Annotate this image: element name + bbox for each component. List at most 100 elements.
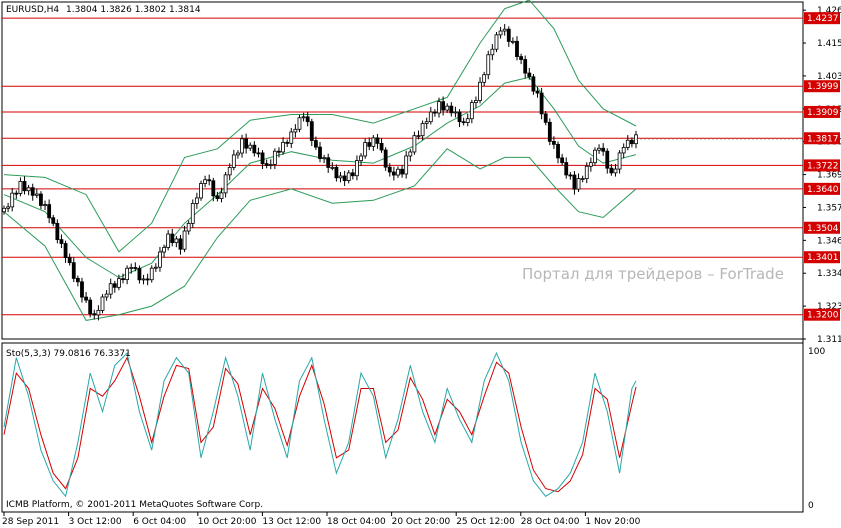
time-tick-label: 6 Oct 04:00	[133, 517, 186, 527]
candle-body	[568, 174, 573, 177]
candle-body	[408, 151, 413, 157]
watermark: Портал для трейдеров – ForTrade	[522, 265, 784, 283]
candle-body	[2, 207, 6, 213]
candle-body	[67, 257, 72, 264]
candle-body	[34, 193, 39, 196]
time-tick-label: 20 Oct 20:00	[392, 517, 451, 527]
candle-body	[383, 149, 388, 168]
candle-body	[543, 113, 548, 123]
candle-body	[178, 238, 183, 250]
candle-body	[527, 72, 532, 78]
candle-body	[609, 167, 614, 174]
candle-body	[104, 293, 109, 298]
candle-body	[309, 121, 314, 141]
candle-body	[490, 48, 495, 56]
candle-body	[22, 181, 27, 192]
candle-body	[498, 30, 503, 36]
candle-body	[547, 121, 552, 142]
candle-body	[211, 180, 216, 197]
candle-body	[556, 143, 560, 159]
candle-body	[203, 179, 207, 184]
candle-body	[453, 111, 458, 114]
time-tick-label: 25 Oct 12:00	[456, 517, 515, 527]
candle-body	[375, 137, 380, 144]
level-label-text: 1.3401	[807, 253, 839, 263]
candle-body	[363, 142, 368, 157]
candle-body	[400, 168, 404, 175]
candle-body	[88, 299, 93, 315]
price-tick-label: 1.3460	[817, 236, 841, 246]
candle-body	[158, 251, 162, 268]
candle-body	[313, 140, 318, 148]
candle-body	[359, 155, 363, 161]
level-label-text: 1.3909	[807, 108, 839, 118]
candle-body	[129, 267, 134, 269]
candle-body	[510, 40, 515, 43]
candle-body	[437, 101, 441, 114]
candle-body	[182, 230, 187, 250]
candle-body	[112, 283, 117, 288]
candle-body	[474, 100, 478, 104]
candle-body	[207, 179, 212, 182]
candle-body	[535, 90, 540, 94]
candle-body	[478, 81, 482, 101]
candle-body	[469, 102, 474, 120]
candle-body	[108, 283, 113, 295]
candle-body	[588, 162, 593, 167]
symbol-header: EURUSD,H4	[6, 5, 59, 15]
candle-body	[461, 121, 466, 124]
price-tick-label: 1.3690	[817, 171, 841, 181]
candle-body	[137, 267, 142, 281]
candle-body	[412, 135, 417, 153]
candle-body	[297, 117, 302, 130]
candle-body	[186, 222, 191, 232]
candle-body	[289, 131, 294, 144]
candle-body	[281, 141, 285, 153]
candle-body	[272, 150, 277, 165]
candle-body	[39, 193, 43, 206]
candle-body	[531, 76, 536, 92]
candle-body	[621, 147, 626, 154]
candle-body	[71, 262, 76, 279]
stochastic-tick-label: 0	[808, 501, 814, 511]
candle-body	[26, 187, 31, 192]
candle-body	[80, 281, 84, 298]
candle-body	[84, 296, 88, 301]
trading-chart: 1.42651.41501.40351.39201.38051.36901.35…	[1, 0, 841, 527]
price-tick-label: 1.3115	[817, 335, 841, 345]
candle-body	[51, 217, 56, 224]
candle-body	[387, 166, 392, 173]
candle-body	[424, 121, 429, 124]
candle-body	[396, 168, 400, 176]
candle-body	[445, 105, 450, 111]
candle-body	[174, 238, 179, 244]
candle-body	[572, 174, 577, 190]
candle-body	[153, 266, 158, 269]
candle-body	[248, 144, 253, 149]
candle-body	[231, 154, 236, 168]
candle-body	[371, 137, 376, 147]
candle-body	[338, 175, 343, 179]
stochastic-tick-label: 100	[808, 347, 825, 357]
candle-body	[342, 175, 347, 181]
candle-body	[576, 178, 581, 190]
candle-body	[10, 192, 15, 208]
candle-body	[428, 111, 433, 123]
candle-body	[379, 143, 384, 151]
ohlc-header: 1.3804 1.3826 1.3802 1.3814	[66, 5, 201, 15]
price-tick-label: 1.3345	[817, 269, 841, 279]
candle-body	[215, 195, 220, 199]
candle-body	[43, 204, 47, 207]
candle-body	[334, 166, 339, 179]
candle-body	[416, 135, 421, 138]
copyright-footer: ICMB Platform, © 2001-2011 MetaQuotes So…	[6, 500, 263, 510]
level-label-text: 1.3817	[807, 134, 839, 144]
candle-body	[190, 203, 195, 224]
level-label-text: 1.4237	[807, 14, 839, 24]
candle-body	[355, 160, 359, 177]
candle-body	[457, 111, 462, 123]
candle-body	[236, 152, 240, 156]
candle-body	[92, 313, 97, 316]
candle-body	[515, 40, 519, 57]
candle-body	[301, 116, 306, 119]
